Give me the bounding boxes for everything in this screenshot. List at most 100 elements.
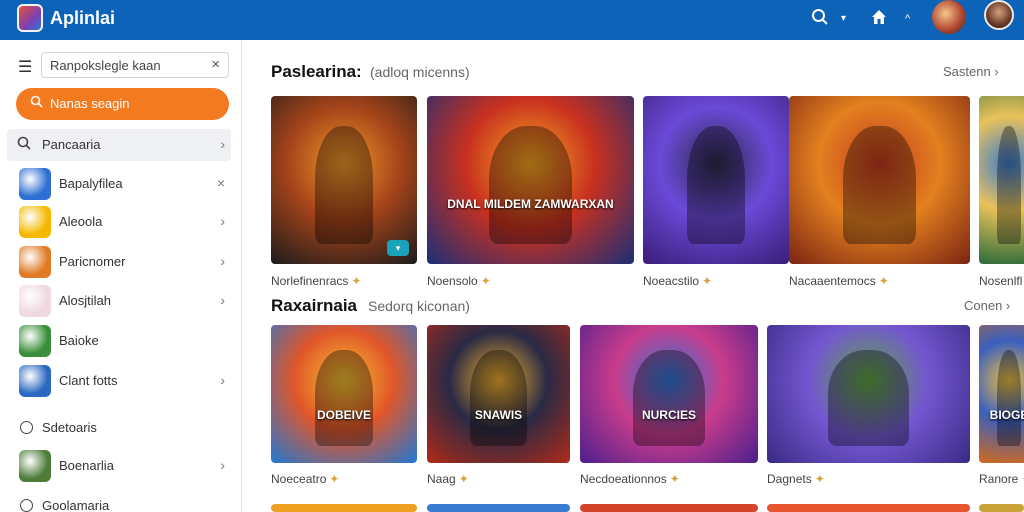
game-card[interactable]: BIOGE [979, 325, 1024, 463]
card-caption-text: Naag [427, 472, 456, 486]
game-card[interactable] [643, 96, 789, 264]
star-icon: ✦ [458, 472, 469, 486]
card-artwork [997, 349, 1021, 447]
search-icon [17, 136, 31, 153]
card-title: DOBEIVE [316, 407, 371, 422]
card-badge: ▾ [387, 240, 409, 256]
sidebar-item[interactable]: Pancaaria › [7, 129, 231, 161]
card-caption: Noensolo ✦ [427, 274, 491, 288]
card-artwork [314, 349, 374, 447]
sidebar-item[interactable]: Alosjtilah › [7, 285, 231, 317]
card-caption-text: Norlefinenracs [271, 274, 349, 288]
sidebar-item-label: Aleoola [59, 214, 103, 229]
game-card[interactable] [767, 325, 970, 463]
sidebar-item-label: Paricnomer [59, 254, 126, 269]
card-caption-text: Nacaaentemocs [789, 274, 876, 288]
card-artwork [686, 126, 746, 244]
app-logo-icon[interactable] [17, 4, 43, 32]
radio-icon[interactable] [20, 421, 33, 434]
app-thumbnail [19, 285, 51, 317]
card-artwork [827, 349, 910, 447]
star-icon: ✦ [814, 472, 825, 486]
see-more-label: Conen [964, 298, 1003, 313]
card-caption-text: Noeceatro [271, 472, 327, 486]
sidebar-item[interactable]: Aleoola › [7, 206, 231, 238]
star-icon: ✦ [702, 274, 713, 288]
game-card[interactable]: NURCIES [580, 325, 758, 463]
sidebar-item-label: Goolamaria [42, 498, 110, 512]
card-caption: Necdoeationnos ✦ [580, 472, 680, 486]
close-icon[interactable]: × [211, 56, 220, 73]
sidebar-item-label: Baioke [59, 333, 99, 348]
sidebar-item-label: Pancaaria [42, 137, 101, 152]
star-icon: ✦ [480, 274, 491, 288]
menu-icon[interactable]: ☰ [18, 57, 32, 77]
avatar[interactable] [932, 0, 966, 34]
close-icon[interactable]: × [217, 175, 225, 191]
game-card[interactable] [979, 96, 1024, 264]
card-artwork [997, 126, 1021, 244]
chevron-down-icon[interactable]: ▾ [841, 8, 846, 30]
game-card[interactable] [271, 504, 417, 512]
card-caption: Naag ✦ [427, 472, 469, 486]
see-more-link[interactable]: Conen › [964, 298, 1010, 313]
game-card[interactable] [979, 504, 1024, 512]
card-caption: Nosenlfl✦ [979, 274, 1024, 288]
sidebar-item-label: Sdetoaris [42, 420, 97, 435]
card-caption-text: Necdoeationnos [580, 472, 667, 486]
search-input-value: Ranpokslegle kaan [50, 58, 161, 73]
user-avatar[interactable] [984, 0, 1014, 30]
see-more-label: Sastenn [943, 64, 991, 79]
game-card[interactable]: DOBEIVE [271, 325, 417, 463]
sidebar-item-label: Alosjtilah [59, 293, 112, 308]
app-thumbnail [19, 246, 51, 278]
game-card[interactable]: DNAL MILDEM ZAMWARXAN [427, 96, 634, 264]
card-artwork [469, 349, 528, 447]
card-title: BIOGE [989, 407, 1024, 422]
app-thumbnail [19, 206, 51, 238]
game-card[interactable] [427, 504, 570, 512]
game-card[interactable] [789, 96, 970, 264]
see-more-link[interactable]: Sastenn › [943, 64, 999, 79]
chevron-right-icon: › [990, 64, 999, 79]
top-bar: Aplinlai ▾ ^ [0, 0, 1024, 40]
card-title: SNAWIS [474, 407, 523, 422]
search-button-label: Nanas seagin [50, 96, 130, 111]
game-card[interactable] [767, 504, 970, 512]
search-icon[interactable] [811, 8, 829, 33]
sidebar-item[interactable]: Bapalyfilea × [7, 168, 231, 200]
game-card[interactable] [580, 504, 758, 512]
section-subtitle: Sedorq kiconan) [368, 298, 470, 314]
chevron-right-icon[interactable]: › [220, 136, 225, 152]
card-title: NURCIES [641, 407, 696, 422]
game-card[interactable]: SNAWIS [427, 325, 570, 463]
sidebar-item-label: Bapalyfilea [59, 176, 123, 191]
radio-icon[interactable] [20, 499, 33, 512]
search-icon [30, 95, 43, 111]
home-icon[interactable] [870, 8, 888, 33]
sidebar-item[interactable]: Baioke [7, 325, 231, 357]
sidebar-item[interactable]: Paricnomer › [7, 246, 231, 278]
search-button[interactable]: Nanas seagin [16, 88, 229, 120]
card-caption-text: Noensolo [427, 274, 478, 288]
chevron-right-icon[interactable]: › [220, 253, 225, 269]
card-caption: Nacaaentemocs ✦ [789, 274, 889, 288]
chevron-right-icon[interactable]: › [220, 213, 225, 229]
sidebar-item[interactable]: Clant fotts › [7, 365, 231, 397]
chevron-right-icon: › [1002, 298, 1011, 313]
chevron-right-icon[interactable]: › [220, 457, 225, 473]
sidebar-item[interactable]: Boenarlia › [7, 450, 231, 482]
game-card[interactable]: ▾ [271, 96, 417, 264]
sidebar-item-label: Boenarlia [59, 458, 114, 473]
sidebar-item[interactable]: Sdetoaris [7, 412, 231, 444]
card-caption: Norlefinenracs ✦ [271, 274, 361, 288]
chevron-right-icon[interactable]: › [220, 292, 225, 308]
chevron-up-icon[interactable]: ^ [905, 8, 910, 30]
card-caption: Noeceatro ✦ [271, 472, 339, 486]
app-thumbnail [19, 450, 51, 482]
card-caption: Dagnets ✦ [767, 472, 825, 486]
search-input[interactable]: Ranpokslegle kaan × [41, 52, 229, 78]
chevron-right-icon[interactable]: › [220, 372, 225, 388]
card-artwork [843, 126, 916, 244]
sidebar-item[interactable]: Goolamaria [7, 490, 231, 512]
